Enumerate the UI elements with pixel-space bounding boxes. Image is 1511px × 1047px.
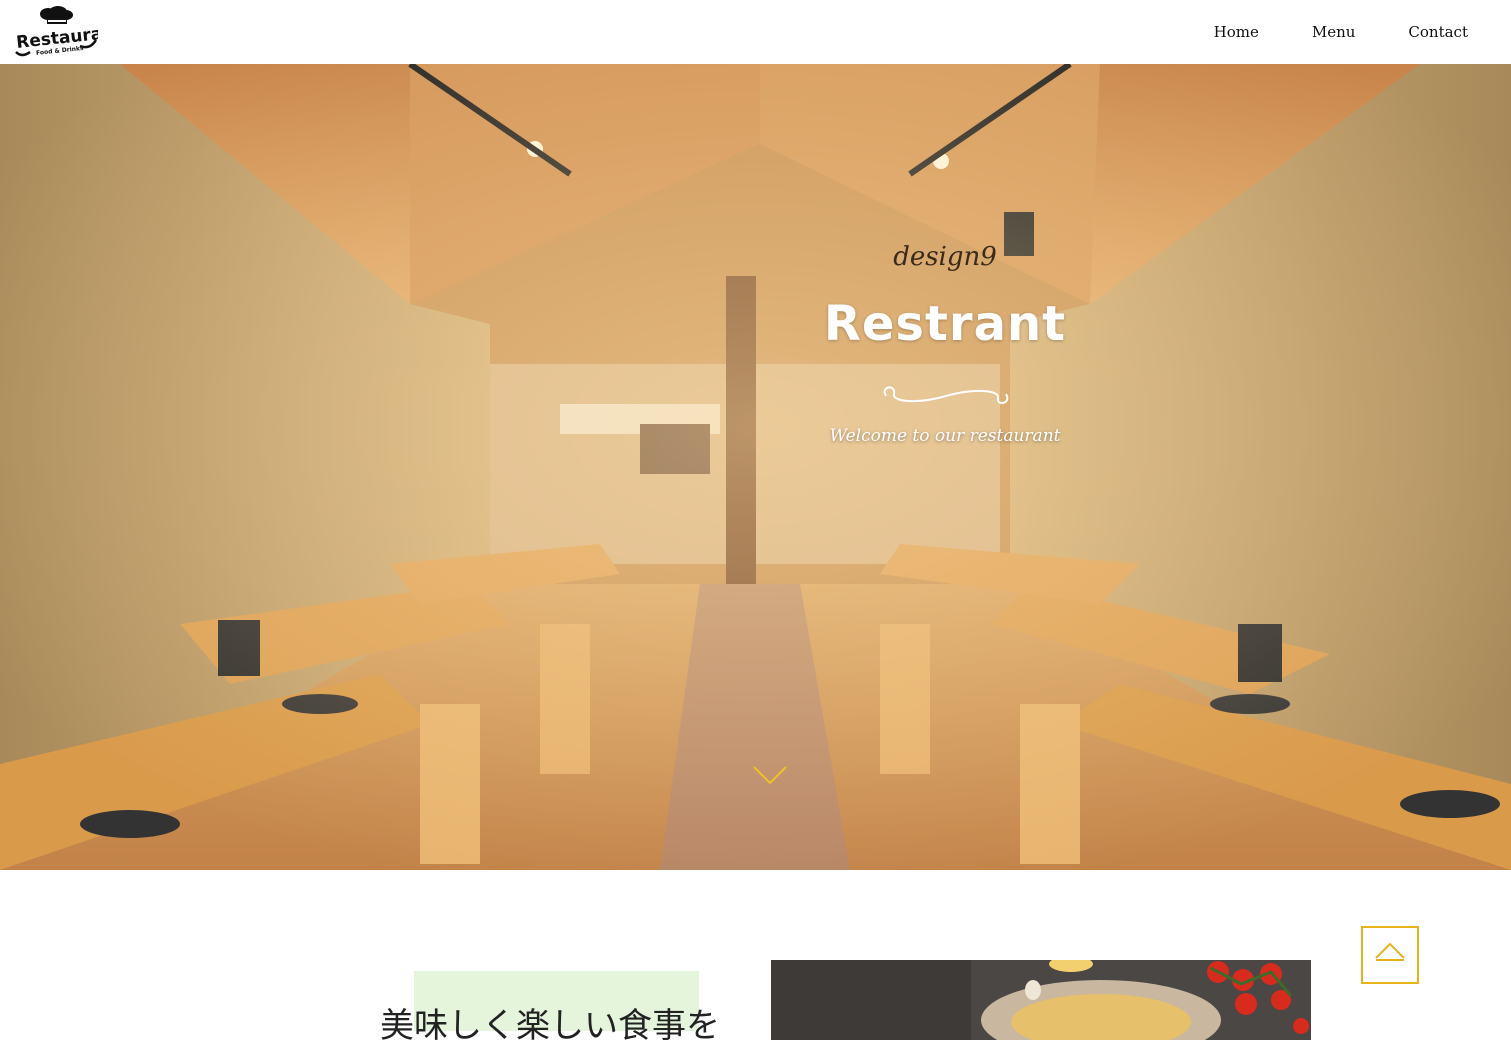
nav-menu[interactable]: Menu — [1312, 18, 1356, 46]
hero-tagline: design9 — [893, 242, 997, 272]
main-nav: Home Menu Contact — [1161, 18, 1468, 46]
intro-section: 美味しく楽しい食事を — [0, 870, 1511, 1046]
site-header: Restaurant Food & Drinks Home Menu Conta… — [0, 0, 1511, 64]
ornament-flourish-icon — [883, 386, 1009, 404]
hero-title: Restrant — [823, 296, 1067, 352]
nav-contact[interactable]: Contact — [1408, 18, 1468, 46]
food-photo — [771, 960, 1311, 1040]
hero-section: design9 Restrant Welcome to our restaura… — [0, 64, 1511, 870]
back-to-top-button[interactable] — [1361, 926, 1419, 984]
chevron-up-icon — [1375, 942, 1405, 961]
nav-home[interactable]: Home — [1214, 18, 1259, 46]
intro-heading: 美味しく楽しい食事を — [380, 1006, 720, 1046]
pasta-dish-image — [771, 960, 1311, 1040]
chef-hat-logo-icon: Restaurant Food & Drinks — [15, 6, 123, 57]
hero-welcome-text: Welcome to our restaurant — [829, 426, 1061, 446]
restaurant-logo[interactable]: Restaurant Food & Drinks — [14, 6, 123, 58]
hero-overlay: design9 Restrant Welcome to our restaura… — [0, 64, 1511, 870]
chevron-down-icon[interactable] — [752, 764, 788, 786]
